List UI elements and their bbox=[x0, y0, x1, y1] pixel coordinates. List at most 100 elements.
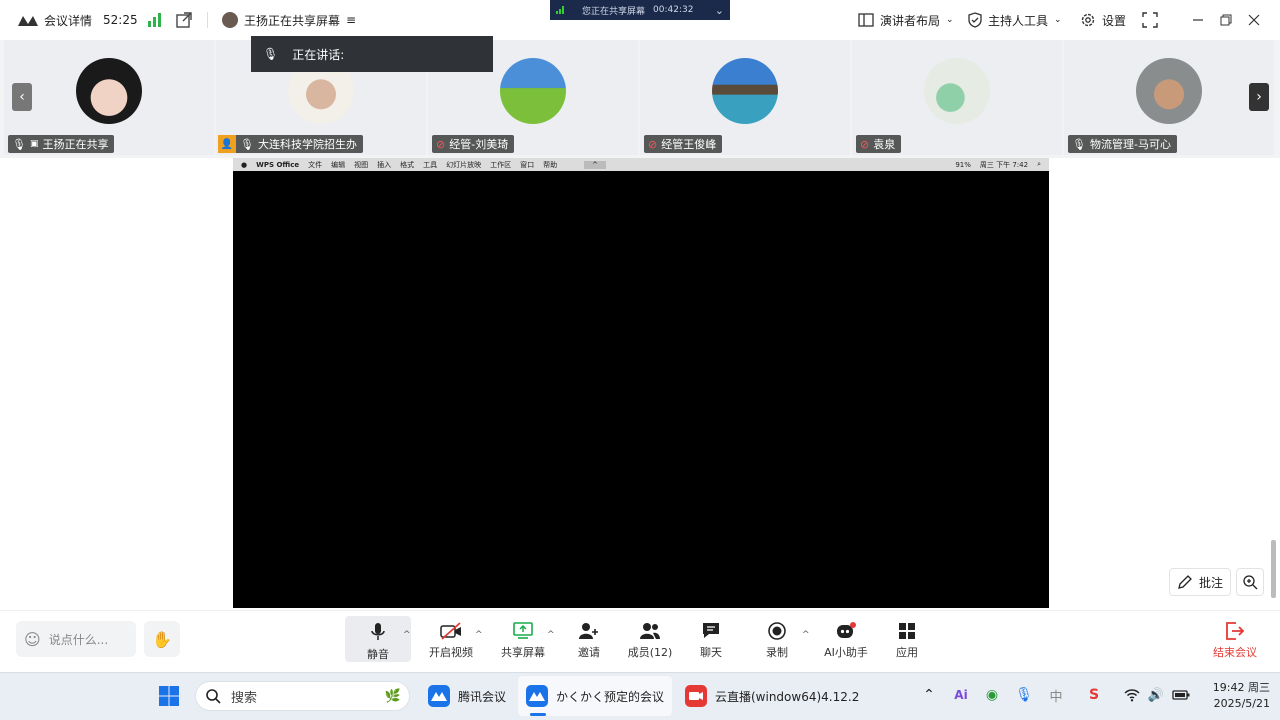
layout-icon bbox=[858, 13, 874, 27]
taskbar-app-active[interactable]: かくかく预定的会议 bbox=[518, 676, 673, 716]
active-indicator bbox=[530, 713, 546, 716]
ai-assistant-button[interactable]: AI小助手 bbox=[813, 616, 879, 662]
chevron-up-icon[interactable]: ^ bbox=[403, 630, 411, 640]
share-screen-icon bbox=[513, 622, 533, 639]
taskbar-app[interactable]: 云直播(window64)4.12.2 bbox=[677, 676, 867, 716]
chat-button[interactable]: 聊天 bbox=[678, 616, 744, 662]
minimize-icon[interactable] bbox=[1192, 0, 1204, 40]
chat-label: 聊天 bbox=[700, 646, 722, 659]
mac-clock: 周三 下午 7:42 bbox=[979, 160, 1029, 169]
mic-icon: 🎙 bbox=[240, 137, 254, 151]
host-tools-label: 主持人工具 bbox=[988, 13, 1049, 28]
start-video-label: 开启视频 bbox=[429, 646, 473, 659]
taskbar-app[interactable]: 腾讯会议 bbox=[420, 676, 514, 716]
mic-muted-icon: ⊘ bbox=[436, 137, 446, 151]
scrollbar[interactable] bbox=[1271, 540, 1276, 598]
mute-label: 静音 bbox=[367, 648, 389, 661]
taskbar-app-label: 腾讯会议 bbox=[458, 689, 507, 704]
clock-date: 2025/5/21 bbox=[1213, 697, 1270, 710]
chat-input[interactable]: ☺ 说点什么... bbox=[16, 621, 136, 657]
menubar-item: 插入 bbox=[377, 160, 392, 169]
network-signal-icon[interactable] bbox=[148, 0, 162, 40]
mic-icon: 🎙 bbox=[263, 47, 279, 61]
meeting-details-button[interactable]: 会议详情 bbox=[18, 0, 92, 40]
raise-hand-button[interactable]: ✋ bbox=[144, 621, 180, 657]
live-stream-icon bbox=[685, 685, 707, 707]
shared-menubar: ● WPS Office 文件 编辑 视图 插入 格式 工具 幻灯片放映 工作区… bbox=[233, 158, 1049, 171]
participant-name: 大连科技学院招生办 bbox=[257, 138, 357, 151]
participant-tile[interactable]: ⊘ 经管王俊峰 bbox=[640, 40, 850, 155]
menubar-item: 工具 bbox=[423, 160, 438, 169]
avatar bbox=[1136, 58, 1202, 124]
mic-icon: 🎙 bbox=[1072, 137, 1086, 151]
ime-indicator[interactable]: 中 bbox=[1045, 684, 1067, 706]
restore-icon[interactable] bbox=[1220, 0, 1232, 40]
sync-tray-icon[interactable]: ◉ bbox=[981, 684, 1003, 706]
sharing-status[interactable]: 王扬正在共享屏幕 ≡ bbox=[222, 0, 356, 40]
ai-tray-icon[interactable]: Ai bbox=[950, 684, 972, 706]
record-icon bbox=[768, 622, 786, 640]
participant-tile[interactable]: ⊘ 袁泉 bbox=[852, 40, 1062, 155]
chevron-up-icon: ^ bbox=[584, 160, 606, 169]
chevron-down-icon: ⌄ bbox=[946, 15, 954, 25]
chevron-up-icon[interactable]: ⌃ bbox=[918, 684, 940, 706]
mute-button[interactable]: 静音 bbox=[345, 616, 411, 662]
presenter-layout-button[interactable]: 演讲者布局 ⌄ bbox=[858, 0, 954, 40]
participant-nametag: 👤 🎙 大连科技学院招生办 bbox=[218, 135, 363, 153]
close-icon[interactable] bbox=[1248, 0, 1260, 40]
emoji-icon: ☺ bbox=[24, 629, 41, 649]
record-label: 录制 bbox=[766, 646, 788, 659]
participant-tile[interactable]: 🎙 ▣ 王扬正在共享 bbox=[4, 40, 214, 155]
chevron-up-icon[interactable]: ^ bbox=[802, 630, 810, 640]
zoom-in-icon bbox=[1243, 575, 1258, 590]
clock-time: 19:42 周三 bbox=[1212, 681, 1270, 694]
fullscreen-icon[interactable] bbox=[1142, 0, 1158, 40]
sharer-avatar bbox=[222, 12, 238, 28]
share-indicator-time: 00:42:32 bbox=[653, 5, 694, 15]
participant-tile[interactable]: 🎙 物流管理-马可心 bbox=[1064, 40, 1274, 155]
invite-button[interactable]: 邀请 bbox=[556, 616, 622, 662]
zoom-in-button[interactable] bbox=[1236, 568, 1264, 596]
chevron-left-icon[interactable]: ‹ bbox=[12, 83, 32, 111]
apple-icon: ● bbox=[241, 160, 248, 169]
annotate-button[interactable]: 批注 bbox=[1169, 568, 1231, 596]
bamboo-icon: 🌿 bbox=[384, 688, 401, 704]
speaking-label: 正在讲话: bbox=[292, 47, 345, 62]
end-meeting-label: 结束会议 bbox=[1213, 646, 1257, 659]
pop-out-icon[interactable] bbox=[176, 0, 192, 40]
sogou-ime-icon[interactable]: S bbox=[1083, 684, 1105, 706]
chevron-right-icon[interactable]: › bbox=[1249, 83, 1269, 111]
end-meeting-button[interactable]: 结束会议 bbox=[1202, 616, 1268, 662]
taskbar-search-box[interactable]: 搜索 🌿 bbox=[195, 681, 410, 711]
shared-screen[interactable]: ● WPS Office 文件 编辑 视图 插入 格式 工具 幻灯片放映 工作区… bbox=[233, 158, 1049, 608]
avatar bbox=[500, 58, 566, 124]
gear-icon bbox=[1081, 13, 1095, 27]
volume-icon[interactable]: 🔊 bbox=[1145, 684, 1167, 706]
chevron-up-icon[interactable]: ^ bbox=[475, 630, 483, 640]
system-clock[interactable]: 19:42 周三 2025/5/21 bbox=[1198, 680, 1270, 712]
start-button[interactable] bbox=[150, 676, 188, 716]
mic-icon: 🎙 bbox=[12, 137, 26, 151]
chevron-down-icon[interactable]: ⌄ bbox=[715, 4, 724, 17]
search-icon bbox=[206, 688, 221, 704]
record-button[interactable]: 录制 bbox=[744, 616, 810, 662]
signal-icon bbox=[556, 6, 564, 14]
exit-icon bbox=[1226, 622, 1245, 640]
microphone-tray-icon[interactable]: 🎙 bbox=[1013, 684, 1035, 706]
members-button[interactable]: 成员(12) bbox=[617, 616, 683, 662]
share-indicator-text: 您正在共享屏幕 bbox=[582, 6, 646, 17]
host-tools-button[interactable]: 主持人工具 ⌄ bbox=[968, 0, 1062, 40]
settings-button[interactable]: 设置 bbox=[1080, 0, 1126, 40]
apps-button[interactable]: 应用 bbox=[874, 616, 940, 662]
participant-nametag: 🎙 物流管理-马可心 bbox=[1068, 135, 1177, 153]
chevron-up-icon[interactable]: ^ bbox=[547, 630, 555, 640]
screen-share-indicator[interactable]: 您正在共享屏幕 00:42:32 ⌄ bbox=[550, 0, 730, 20]
menubar-item: 视图 bbox=[354, 160, 369, 169]
wifi-icon[interactable] bbox=[1121, 684, 1143, 706]
members-icon bbox=[640, 623, 660, 639]
chat-placeholder: 说点什么... bbox=[48, 632, 109, 647]
battery-icon[interactable] bbox=[1170, 684, 1192, 706]
microphone-icon bbox=[371, 623, 385, 640]
participant-name: 袁泉 bbox=[873, 138, 896, 151]
share-screen-label: 共享屏幕 bbox=[501, 646, 545, 659]
